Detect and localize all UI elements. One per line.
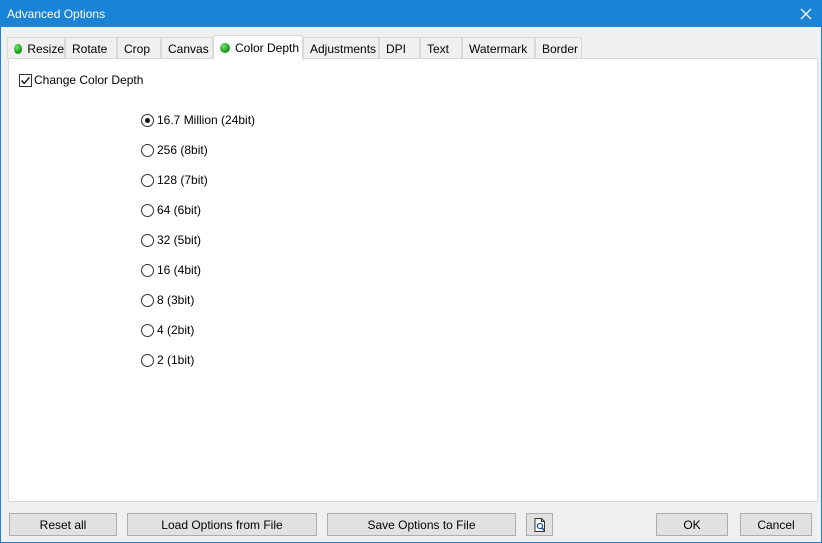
tab-border[interactable]: Border <box>535 37 582 59</box>
radio-button[interactable] <box>141 233 154 247</box>
tab-strip: Resize Rotate Crop Canvas Color Depth Ad… <box>7 35 819 60</box>
radio-button[interactable] <box>141 323 154 337</box>
radio-label: 8 (3bit) <box>157 293 195 307</box>
radio-option-24bit[interactable]: 16.7 Million (24bit) <box>141 112 255 128</box>
change-color-depth-checkbox-row[interactable]: Change Color Depth <box>19 73 143 87</box>
radio-button[interactable] <box>141 173 154 187</box>
radio-option-5bit[interactable]: 32 (5bit) <box>141 232 201 248</box>
load-options-button[interactable]: Load Options from File <box>127 513 317 536</box>
change-color-depth-checkbox[interactable] <box>19 73 32 87</box>
close-button[interactable] <box>791 1 821 27</box>
radio-option-7bit[interactable]: 128 (7bit) <box>141 172 208 188</box>
tab-label: Text <box>427 41 450 56</box>
radio-button[interactable] <box>141 113 154 127</box>
preview-file-icon <box>534 517 545 532</box>
window-title: Advanced Options <box>7 7 106 21</box>
tab-color-depth[interactable]: Color Depth <box>213 35 303 60</box>
tab-label: Watermark <box>469 41 528 56</box>
radio-button[interactable] <box>141 263 154 277</box>
save-options-button[interactable]: Save Options to File <box>327 513 516 536</box>
radio-label: 256 (8bit) <box>157 143 208 157</box>
tab-label: Color Depth <box>235 41 300 55</box>
radio-label: 64 (6bit) <box>157 203 202 217</box>
preview-file-button[interactable] <box>526 513 553 536</box>
green-status-icon <box>14 43 23 54</box>
radio-option-8bit[interactable]: 256 (8bit) <box>141 142 208 158</box>
cancel-button[interactable]: Cancel <box>740 513 812 536</box>
radio-option-4bit[interactable]: 16 (4bit) <box>141 262 201 278</box>
radio-button[interactable] <box>141 143 154 157</box>
radio-label: 16 (4bit) <box>157 263 202 277</box>
tab-label: Adjustments <box>310 41 377 56</box>
radio-button[interactable] <box>141 353 154 367</box>
tab-text[interactable]: Text <box>420 37 462 59</box>
tab-label: Canvas <box>168 41 209 56</box>
reset-all-button[interactable]: Reset all <box>9 513 117 536</box>
green-status-icon <box>220 43 230 53</box>
close-icon <box>800 8 812 20</box>
title-bar[interactable]: Advanced Options <box>1 1 821 27</box>
radio-label: 16.7 Million (24bit) <box>157 113 256 127</box>
tab-crop[interactable]: Crop <box>117 37 161 59</box>
tab-watermark[interactable]: Watermark <box>462 37 535 59</box>
tab-dpi[interactable]: DPI <box>379 37 420 59</box>
change-color-depth-label: Change Color Depth <box>34 73 144 87</box>
radio-option-3bit[interactable]: 8 (3bit) <box>141 292 194 308</box>
radio-option-2bit[interactable]: 4 (2bit) <box>141 322 194 338</box>
tab-label: Border <box>542 41 579 56</box>
radio-option-1bit[interactable]: 2 (1bit) <box>141 352 194 368</box>
tab-label: DPI <box>386 41 407 56</box>
tab-label: Crop <box>124 41 151 56</box>
tab-resize[interactable]: Resize <box>7 37 65 59</box>
checkmark-icon <box>20 76 31 84</box>
radio-label: 4 (2bit) <box>157 323 195 337</box>
tab-label: Resize <box>27 41 64 56</box>
advanced-options-window: Advanced Options Resize Rotate Crop Canv… <box>0 0 822 543</box>
tab-label: Rotate <box>72 41 108 56</box>
tab-canvas[interactable]: Canvas <box>161 37 213 59</box>
radio-label: 2 (1bit) <box>157 353 195 367</box>
radio-button[interactable] <box>141 293 154 307</box>
radio-label: 32 (5bit) <box>157 233 202 247</box>
tab-adjustments[interactable]: Adjustments <box>303 37 379 59</box>
radio-button[interactable] <box>141 203 154 217</box>
radio-label: 128 (7bit) <box>157 173 208 187</box>
tab-rotate[interactable]: Rotate <box>65 37 117 59</box>
radio-option-6bit[interactable]: 64 (6bit) <box>141 202 201 218</box>
ok-button[interactable]: OK <box>656 513 728 536</box>
color-depth-panel: Change Color Depth 16.7 Million (24bit) … <box>8 58 818 502</box>
